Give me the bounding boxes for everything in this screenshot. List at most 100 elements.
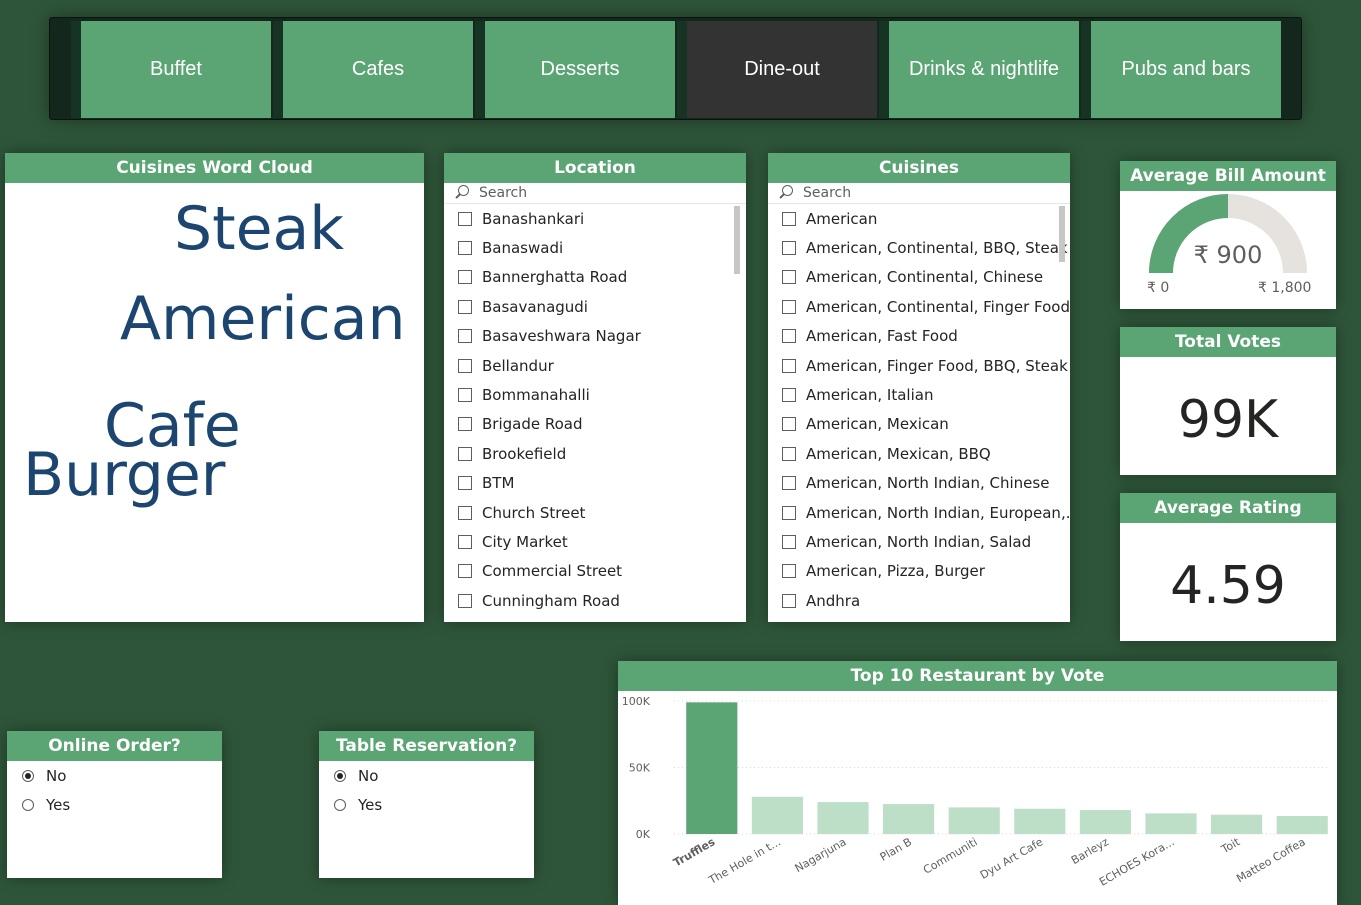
location-item[interactable]: Commercial Street (444, 557, 746, 586)
cuisine-item[interactable]: American, Mexican, BBQ (768, 439, 1070, 468)
cuisine-item[interactable]: American, Pizza, Burger (768, 557, 1070, 586)
bar[interactable] (948, 807, 1000, 834)
cuisines-scrollbar[interactable] (1059, 206, 1065, 262)
bar[interactable] (1211, 814, 1263, 834)
cuisine-item[interactable]: American, North Indian, Chinese (768, 469, 1070, 498)
bar[interactable] (751, 796, 803, 834)
checkbox[interactable] (458, 476, 472, 491)
location-item[interactable]: Cunningham Road (444, 586, 746, 615)
cuisine-item[interactable]: American, Fast Food (768, 322, 1070, 351)
online-order-option-no[interactable]: No (7, 761, 222, 790)
location-scrollbar[interactable] (734, 206, 740, 274)
tab-desserts[interactable]: Desserts (475, 21, 675, 118)
tab-dine-out[interactable]: Dine-out (677, 21, 877, 118)
checkbox[interactable] (782, 417, 796, 432)
avg-bill-value: ₹ 900 (1193, 241, 1263, 269)
checkbox[interactable] (782, 358, 796, 373)
cloud-word-burger[interactable]: Burger (23, 445, 225, 505)
tab-pubs-and-bars[interactable]: Pubs and bars (1081, 21, 1281, 118)
cuisine-item[interactable]: American, North Indian, European,... (768, 498, 1070, 527)
checkbox[interactable] (458, 505, 472, 520)
checkbox[interactable] (782, 593, 796, 608)
cuisines-slicer: Cuisines Search American American, Contin… (768, 153, 1070, 622)
cuisine-item-label: Andhra (806, 591, 861, 610)
checkbox[interactable] (782, 329, 796, 344)
checkbox[interactable] (782, 534, 796, 549)
location-item[interactable]: Basavanagudi (444, 292, 746, 321)
tab-buffet[interactable]: Buffet (71, 21, 271, 118)
location-item[interactable]: Brookefield (444, 439, 746, 468)
checkbox[interactable] (782, 476, 796, 491)
location-item-label: Brookefield (482, 444, 567, 463)
bar[interactable] (1276, 816, 1328, 834)
bar[interactable] (1014, 808, 1066, 834)
tab-cafes[interactable]: Cafes (273, 21, 473, 118)
y-tick-label: 50K (629, 762, 651, 775)
cuisine-item[interactable]: American, Continental, Finger Food (768, 292, 1070, 321)
checkbox[interactable] (458, 358, 472, 373)
bar[interactable] (686, 702, 738, 834)
checkbox[interactable] (458, 388, 472, 403)
online-order-option-yes[interactable]: Yes (7, 790, 222, 819)
online-order-slicer: Online Order? No Yes (7, 731, 222, 878)
checkbox[interactable] (458, 270, 472, 285)
bar[interactable] (817, 802, 869, 834)
checkbox[interactable] (782, 446, 796, 461)
checkbox[interactable] (458, 417, 472, 432)
cuisine-item-label: American, North Indian, Chinese (806, 474, 1050, 493)
bar[interactable] (1079, 810, 1131, 834)
cuisine-item[interactable]: Andhra (768, 586, 1070, 615)
radio-button[interactable] (22, 769, 34, 782)
checkbox[interactable] (782, 241, 796, 256)
checkbox[interactable] (782, 505, 796, 520)
location-list: Banashankari Banaswadi Bannerghatta Road Ba… (444, 204, 746, 618)
location-item[interactable]: Bellandur (444, 351, 746, 380)
checkbox[interactable] (458, 241, 472, 256)
checkbox[interactable] (782, 270, 796, 285)
checkbox[interactable] (458, 329, 472, 344)
cloud-word-steak[interactable]: Steak (174, 199, 344, 259)
checkbox[interactable] (458, 299, 472, 314)
location-item[interactable]: Banashankari (444, 204, 746, 233)
radio-button[interactable] (334, 769, 346, 782)
location-item[interactable]: Brigade Road (444, 410, 746, 439)
table-reservation-option-no[interactable]: No (319, 761, 534, 790)
cuisine-item[interactable]: American (768, 204, 1070, 233)
location-search-input[interactable]: Search (444, 183, 746, 204)
cuisine-item[interactable]: American, Continental, BBQ, Steak (768, 233, 1070, 262)
cloud-word-american[interactable]: American (120, 289, 406, 349)
checkbox[interactable] (782, 564, 796, 579)
radio-button[interactable] (22, 798, 34, 811)
checkbox[interactable] (458, 446, 472, 461)
location-item[interactable]: BTM (444, 469, 746, 498)
location-item[interactable]: Bannerghatta Road (444, 263, 746, 292)
bar[interactable] (883, 804, 935, 834)
location-item[interactable]: Banaswadi (444, 233, 746, 262)
checkbox[interactable] (458, 211, 472, 226)
tab-drinks-nightlife[interactable]: Drinks & nightlife (879, 21, 1079, 118)
location-item[interactable]: City Market (444, 527, 746, 556)
checkbox[interactable] (458, 534, 472, 549)
bar[interactable] (1145, 813, 1197, 834)
checkbox[interactable] (782, 299, 796, 314)
cuisine-item[interactable]: American, Finger Food, BBQ, Steak (768, 351, 1070, 380)
location-item[interactable]: Bommanahalli (444, 380, 746, 409)
location-item[interactable]: Church Street (444, 498, 746, 527)
cuisine-item[interactable]: American, North Indian, Salad (768, 527, 1070, 556)
location-item-label: City Market (482, 532, 568, 551)
cuisine-item[interactable]: American, Mexican (768, 410, 1070, 439)
cuisine-item-label: American, Mexican (806, 415, 949, 434)
cuisine-item[interactable]: American, Continental, Chinese (768, 263, 1070, 292)
table-reservation-option-yes[interactable]: Yes (319, 790, 534, 819)
cuisine-item[interactable]: American, Italian (768, 380, 1070, 409)
location-item[interactable]: Basaveshwara Nagar (444, 322, 746, 351)
radio-button[interactable] (334, 798, 346, 811)
checkbox[interactable] (782, 211, 796, 226)
checkbox[interactable] (458, 564, 472, 579)
checkbox[interactable] (458, 593, 472, 608)
category-tab-bar: Buffet Cafes Desserts Dine-out Drinks & … (49, 17, 1302, 120)
word-cloud-area: Steak American Cafe Burger (5, 183, 424, 622)
checkbox[interactable] (782, 388, 796, 403)
cuisines-search-input[interactable]: Search (768, 183, 1070, 204)
cuisine-item-label: American, Continental, BBQ, Steak (806, 239, 1068, 258)
